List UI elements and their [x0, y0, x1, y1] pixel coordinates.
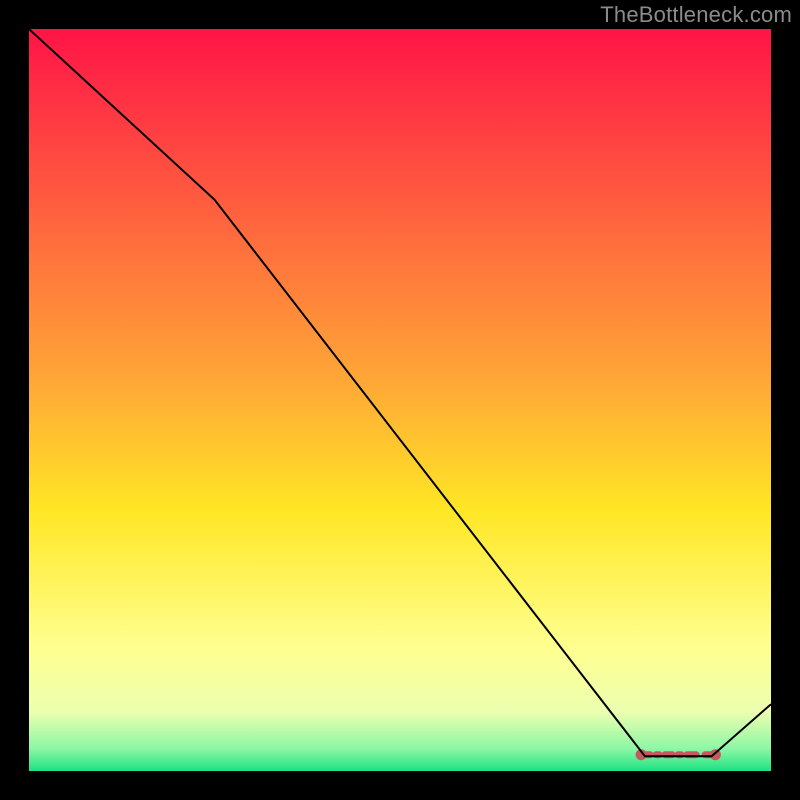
source-attribution: TheBottleneck.com [600, 2, 792, 28]
chart-svg [29, 29, 771, 771]
chart-container: TheBottleneck.com [0, 0, 800, 800]
gradient-background [29, 29, 771, 771]
plot-area [29, 29, 771, 771]
